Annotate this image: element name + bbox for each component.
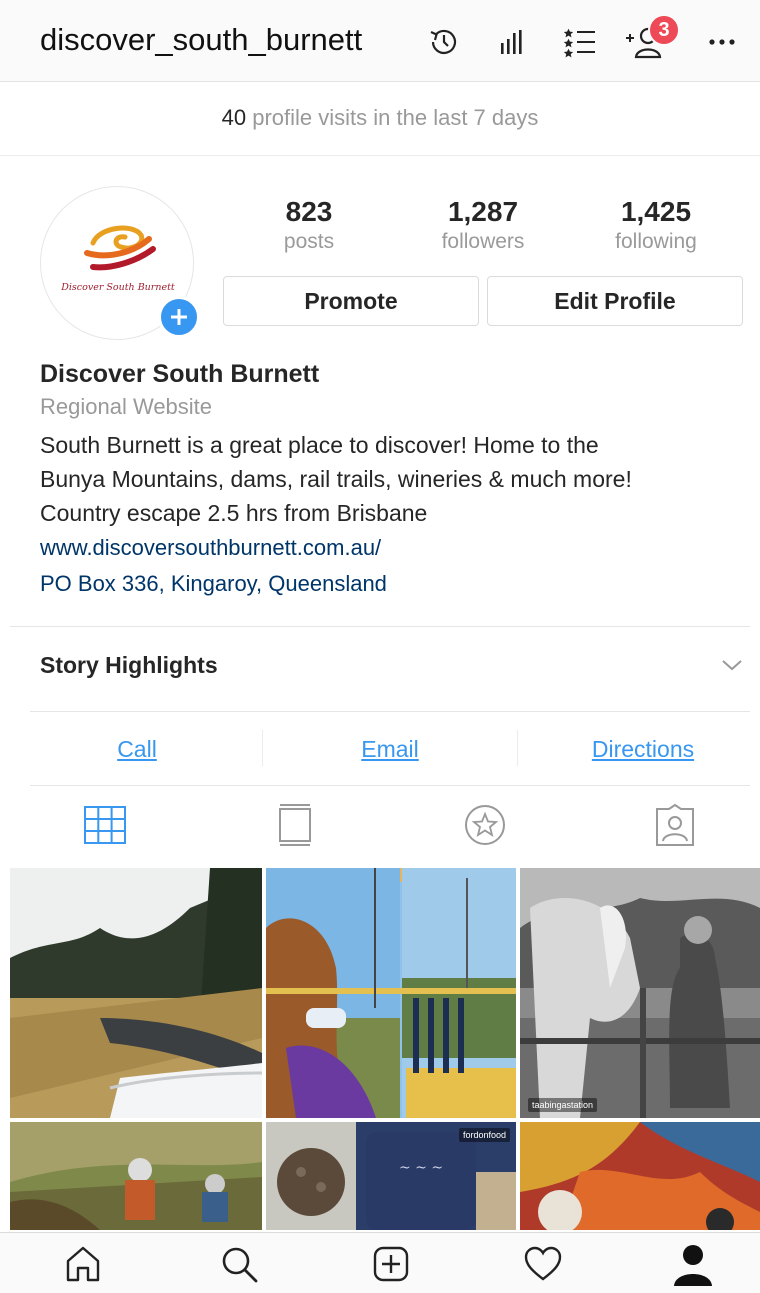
insights-icon[interactable] bbox=[492, 22, 532, 62]
username-title[interactable]: discover_south_burnett bbox=[40, 22, 362, 58]
photo-grid: taabingastation ~ ~ ~ fordonfood bbox=[10, 868, 760, 1230]
separator bbox=[517, 730, 518, 766]
directions-button[interactable]: Directions bbox=[520, 714, 760, 784]
repost-tag: fordonfood bbox=[458, 1128, 510, 1142]
stat-following[interactable]: 1,425 following bbox=[576, 196, 736, 254]
visits-count: 40 bbox=[221, 105, 247, 130]
post-thumbnail-bikes[interactable] bbox=[10, 1122, 262, 1230]
profile-tabs bbox=[0, 790, 760, 864]
stat-value: 823 bbox=[285, 196, 333, 227]
repost-tag: taabingastation bbox=[528, 1098, 598, 1112]
chevron-down-icon[interactable] bbox=[720, 658, 744, 677]
profile-category: Regional Website bbox=[40, 394, 213, 419]
archive-icon[interactable] bbox=[424, 22, 464, 62]
stat-followers[interactable]: 1,287 followers bbox=[403, 196, 563, 254]
divider bbox=[30, 785, 750, 786]
profile-name: Discover South Burnett bbox=[40, 360, 320, 388]
post-thumbnail-horse[interactable]: taabingastation bbox=[520, 868, 760, 1118]
grid-icon[interactable] bbox=[82, 802, 128, 848]
post-thumbnail-road[interactable] bbox=[10, 868, 262, 1118]
story-highlights-label[interactable]: Story Highlights bbox=[40, 652, 218, 679]
bio-line: Bunya Mountains, dams, rail trails, wine… bbox=[40, 466, 632, 492]
feed-icon[interactable] bbox=[272, 802, 318, 848]
divider bbox=[10, 626, 750, 627]
new-post-icon[interactable] bbox=[366, 1239, 416, 1289]
stat-value: 1,425 bbox=[620, 196, 692, 227]
bio-line: South Burnett is a great place to discov… bbox=[40, 432, 599, 458]
activity-icon[interactable] bbox=[518, 1239, 568, 1289]
call-button[interactable]: Call bbox=[14, 714, 260, 784]
post-thumbnail-art[interactable] bbox=[520, 1122, 760, 1230]
notification-badge[interactable]: 3 bbox=[648, 14, 680, 46]
tagged-icon[interactable] bbox=[652, 802, 698, 848]
bio-line: Country escape 2.5 hrs from Brisbane bbox=[40, 500, 428, 526]
stat-posts[interactable]: 823 posts bbox=[229, 196, 389, 254]
profile-icon[interactable] bbox=[668, 1239, 718, 1289]
add-story-plus-icon[interactable] bbox=[158, 296, 200, 338]
visits-text: profile visits in the last 7 days bbox=[252, 105, 539, 130]
post-thumbnail-food[interactable]: ~ ~ ~ fordonfood bbox=[266, 1122, 516, 1230]
bottom-nav bbox=[0, 1232, 760, 1293]
stat-label: followers bbox=[441, 230, 525, 253]
top-bar: discover_south_burnett 3 bbox=[0, 0, 760, 82]
edit-profile-button[interactable]: Edit Profile bbox=[487, 276, 743, 326]
website-link[interactable]: www.discoversouthburnett.com.au/ bbox=[40, 530, 740, 566]
logo-text: Discover South Burnett bbox=[61, 282, 175, 293]
contact-actions: Call Email Directions bbox=[10, 714, 750, 784]
divider bbox=[30, 711, 750, 712]
bio-section: Discover South Burnett Regional Website … bbox=[40, 360, 740, 602]
stat-label: posts bbox=[283, 230, 335, 253]
saved-star-icon[interactable] bbox=[462, 802, 508, 848]
promote-button[interactable]: Promote bbox=[223, 276, 479, 326]
more-icon[interactable] bbox=[702, 22, 742, 62]
stat-label: following bbox=[615, 230, 697, 253]
home-icon[interactable] bbox=[58, 1239, 108, 1289]
stat-value: 1,287 bbox=[447, 196, 519, 227]
post-thumbnail-macrame[interactable] bbox=[266, 868, 516, 1118]
separator bbox=[262, 730, 263, 766]
profile-visits-banner[interactable]: 40 profile visits in the last 7 days bbox=[0, 82, 760, 156]
saved-list-icon[interactable] bbox=[560, 22, 600, 62]
search-icon[interactable] bbox=[214, 1239, 264, 1289]
address-link[interactable]: PO Box 336, Kingaroy, Queensland bbox=[40, 566, 740, 602]
svg-text:~ ~ ~: ~ ~ ~ bbox=[399, 1160, 443, 1176]
email-button[interactable]: Email bbox=[267, 714, 513, 784]
